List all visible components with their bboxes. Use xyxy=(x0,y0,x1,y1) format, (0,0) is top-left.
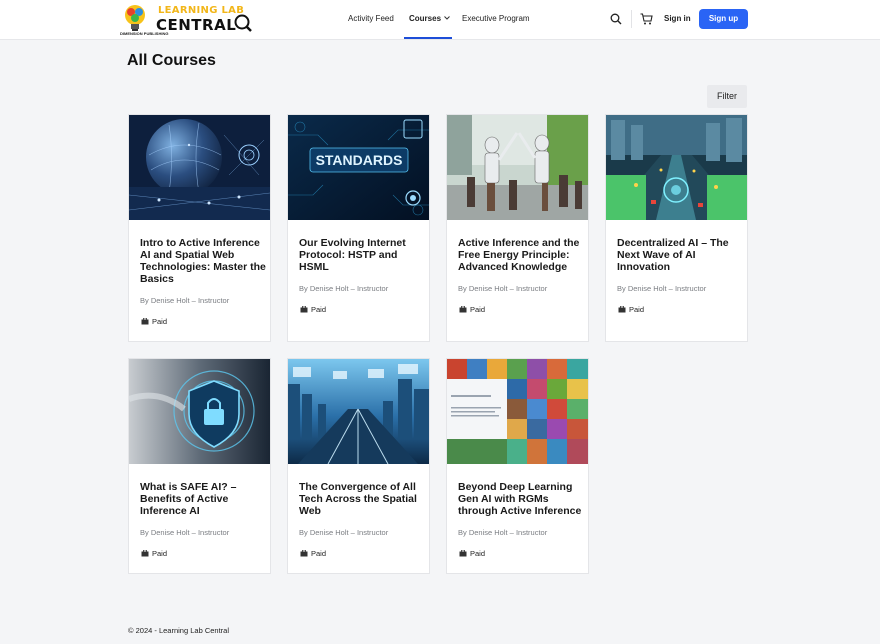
course-price: Paid xyxy=(470,549,486,558)
chevron-down-icon[interactable] xyxy=(443,14,451,22)
course-card[interactable]: The Convergence of All Tech Across the S… xyxy=(287,358,430,574)
magnifier-logo-icon xyxy=(234,14,252,32)
course-card[interactable]: STANDARDS Our Evolving Internet Protocol… xyxy=(287,114,430,342)
course-thumbnail[interactable] xyxy=(606,115,747,220)
course-author: By Denise Holt – Instructor xyxy=(140,528,230,537)
course-title[interactable]: What is SAFE AI? – Benefits of Active In… xyxy=(140,481,266,517)
page-title: All Courses xyxy=(127,52,216,69)
price-tag-icon xyxy=(300,550,308,557)
footer-copyright: © 2024 - Learning Lab Central xyxy=(128,626,230,635)
course-author: By Denise Holt – Instructor xyxy=(458,284,548,293)
course-price: Paid xyxy=(629,305,645,314)
course-title[interactable]: Our Evolving Internet Protocol: HSTP and… xyxy=(299,237,425,273)
course-author: By Denise Holt – Instructor xyxy=(617,284,707,293)
course-card[interactable]: Decentralized AI – The Next Wave of AI I… xyxy=(605,114,748,342)
cart-icon[interactable] xyxy=(640,13,653,25)
course-author: By Denise Holt – Instructor xyxy=(458,528,548,537)
course-card[interactable]: Active Inference and the Free Energy Pri… xyxy=(446,114,589,342)
course-price: Paid xyxy=(470,305,486,314)
course-title[interactable]: Intro to Active Inference AI and Spatial… xyxy=(140,237,266,285)
site-logo[interactable]: LEARNING LAB CENTRAL DIMENSION PUBLISHIN… xyxy=(120,3,256,38)
course-thumbnail[interactable] xyxy=(288,359,429,464)
active-nav-indicator xyxy=(404,37,452,39)
course-author: By Denise Holt – Instructor xyxy=(299,284,389,293)
course-price: Paid xyxy=(311,305,327,314)
course-thumbnail[interactable] xyxy=(129,115,270,220)
course-title[interactable]: The Convergence of All Tech Across the S… xyxy=(299,481,425,517)
course-thumbnail[interactable] xyxy=(447,359,588,464)
price-tag-icon xyxy=(618,306,626,313)
course-author: By Denise Holt – Instructor xyxy=(140,296,230,305)
course-thumbnail[interactable]: STANDARDS xyxy=(288,115,429,220)
sign-in-link[interactable]: Sign in xyxy=(664,14,691,23)
course-thumbnail[interactable] xyxy=(129,359,270,464)
logo-text-top: LEARNING LAB xyxy=(158,5,245,16)
site-header: LEARNING LAB CENTRAL DIMENSION PUBLISHIN… xyxy=(0,0,880,40)
course-card[interactable]: Intro to Active Inference AI and Spatial… xyxy=(128,114,271,342)
course-author: By Denise Holt – Instructor xyxy=(299,528,389,537)
price-tag-icon xyxy=(459,550,467,557)
course-card[interactable]: Beyond Deep Learning Gen AI with RGMs th… xyxy=(446,358,589,574)
course-title[interactable]: Decentralized AI – The Next Wave of AI I… xyxy=(617,237,743,273)
price-tag-icon xyxy=(459,306,467,313)
nav-activity-feed[interactable]: Activity Feed xyxy=(348,14,394,23)
nav-executive-program[interactable]: Executive Program xyxy=(462,14,530,23)
course-thumbnail[interactable] xyxy=(447,115,588,220)
thumbnail-text: STANDARDS xyxy=(316,152,403,168)
nav-courses[interactable]: Courses xyxy=(409,14,441,23)
header-divider xyxy=(631,10,632,28)
price-tag-icon xyxy=(300,306,308,313)
course-price: Paid xyxy=(311,549,327,558)
price-tag-icon xyxy=(141,318,149,325)
price-tag-icon xyxy=(141,550,149,557)
sign-up-button[interactable]: Sign up xyxy=(699,9,748,29)
course-title[interactable]: Beyond Deep Learning Gen AI with RGMs th… xyxy=(458,481,584,517)
search-icon[interactable] xyxy=(610,13,622,25)
course-card[interactable]: What is SAFE AI? – Benefits of Active In… xyxy=(128,358,271,574)
course-price: Paid xyxy=(152,317,168,326)
logo-subtitle: DIMENSION PUBLISHING xyxy=(120,31,169,36)
course-title[interactable]: Active Inference and the Free Energy Pri… xyxy=(458,237,584,273)
course-price: Paid xyxy=(152,549,168,558)
filter-button[interactable]: Filter xyxy=(707,85,747,108)
